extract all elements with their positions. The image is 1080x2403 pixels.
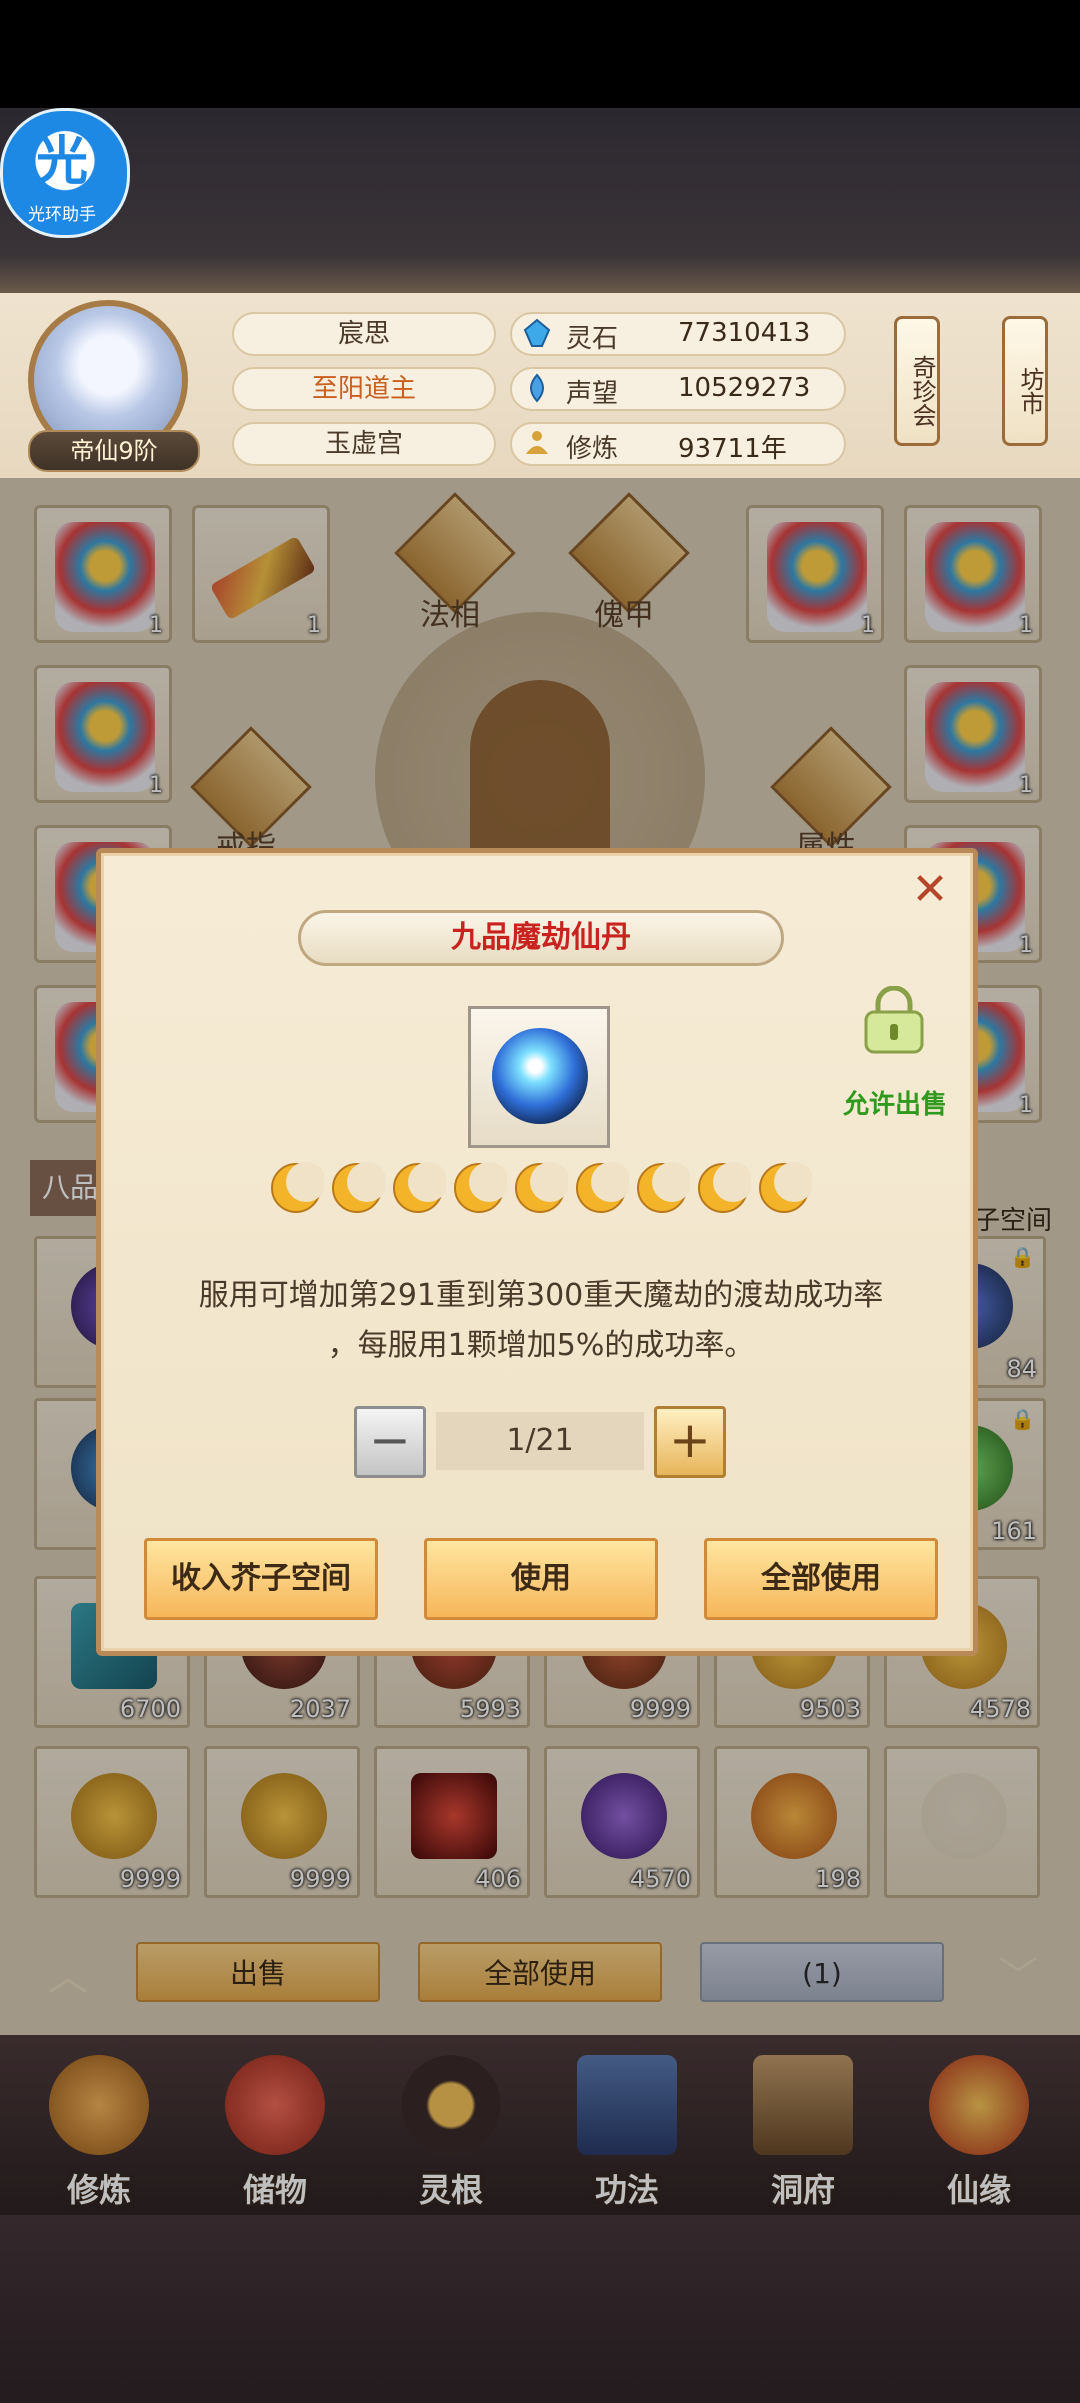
quantity-display[interactable]: 1/21 bbox=[436, 1412, 644, 1470]
dialog-title: 九品魔劫仙丹 bbox=[451, 920, 631, 955]
item-description-line2: ，每服用1颗增加5%的成功率。 bbox=[327, 1328, 755, 1363]
crescent-moon-icon bbox=[332, 1162, 385, 1213]
spirit-stone-icon bbox=[523, 318, 551, 347]
treasure-fair-button[interactable]: 奇珍会 bbox=[894, 316, 940, 446]
item-detail-dialog bbox=[96, 848, 978, 1656]
stat-value: 10529273 bbox=[678, 373, 811, 403]
crescent-moon-icon bbox=[393, 1162, 446, 1213]
crescent-moon-icon bbox=[515, 1162, 568, 1213]
stat-label: 灵石 bbox=[566, 324, 619, 354]
reputation-icon bbox=[530, 373, 544, 403]
stat-label: 修炼 bbox=[566, 434, 619, 464]
store-to-mustard-space-button[interactable]: 收入芥子空间 bbox=[144, 1538, 378, 1620]
player-sect: 玉虚宫 bbox=[232, 422, 496, 466]
player-name: 宸思 bbox=[232, 312, 496, 356]
use-button[interactable]: 使用 bbox=[424, 1538, 658, 1620]
rank-badge: 帝仙9阶 bbox=[28, 430, 200, 472]
meditation-icon bbox=[526, 431, 548, 454]
stat-value: 77310413 bbox=[678, 318, 811, 348]
pill-orb-icon bbox=[492, 1028, 588, 1124]
stat-value: 93711年 bbox=[678, 434, 787, 464]
quantity-decrease-button[interactable]: − bbox=[354, 1406, 426, 1478]
scene-backdrop bbox=[0, 108, 1080, 293]
quantity-increase-button[interactable]: + bbox=[654, 1406, 726, 1478]
crescent-moon-icon bbox=[454, 1162, 507, 1213]
use-all-button[interactable]: 全部使用 bbox=[704, 1538, 938, 1620]
allow-sell-label: 允许出售 bbox=[842, 1090, 947, 1120]
unlock-icon[interactable] bbox=[856, 986, 932, 1062]
crescent-moon-icon bbox=[576, 1162, 629, 1213]
stat-label: 声望 bbox=[566, 379, 619, 409]
close-icon[interactable]: ✕ bbox=[906, 866, 954, 914]
helper-logo-icon: 光 bbox=[35, 132, 88, 192]
crescent-moon-icon bbox=[637, 1162, 690, 1213]
crescent-moon-icon bbox=[271, 1162, 324, 1213]
market-button[interactable]: 坊市 bbox=[1002, 316, 1048, 446]
player-title[interactable]: 至阳道主 bbox=[232, 367, 496, 411]
crescent-moon-icon bbox=[759, 1162, 812, 1213]
helper-label: 光环助手 bbox=[28, 205, 96, 225]
crescent-moon-icon bbox=[698, 1162, 751, 1213]
status-bar bbox=[0, 0, 1080, 108]
screen-bottom bbox=[0, 2215, 1080, 2403]
item-description-line1: 服用可增加第291重到第300重天魔劫的渡劫成功率 bbox=[198, 1278, 884, 1313]
